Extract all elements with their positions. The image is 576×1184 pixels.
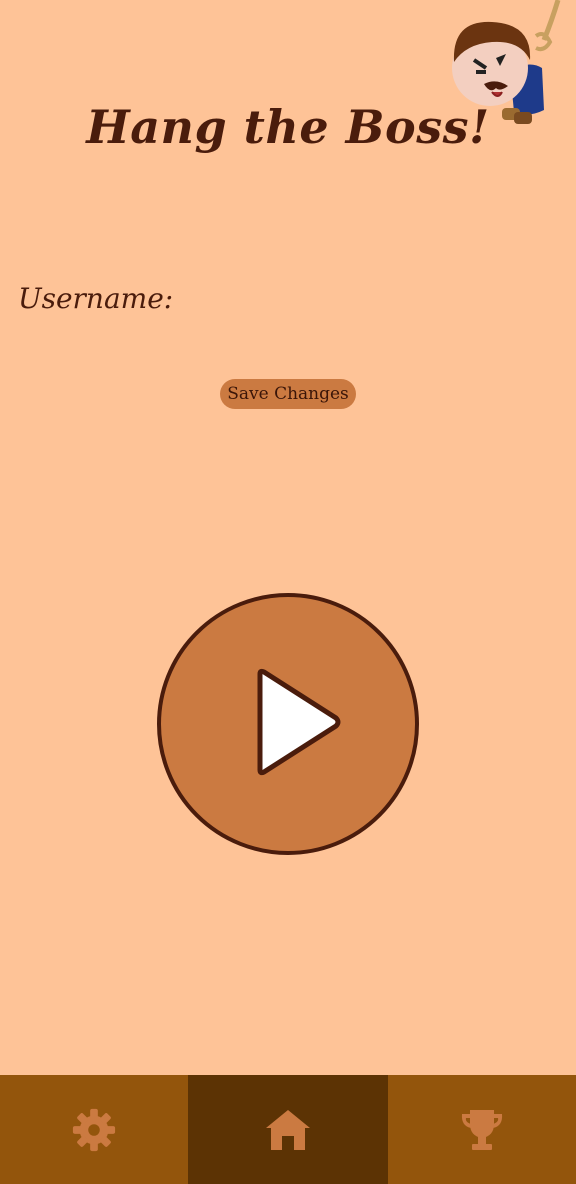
bottom-nav (0, 1075, 576, 1184)
trophy-icon (461, 1109, 503, 1150)
save-changes-button[interactable]: Save Changes (220, 379, 356, 409)
username-input[interactable] (181, 280, 558, 316)
nav-home[interactable] (188, 1075, 388, 1184)
nav-leaderboard[interactable] (388, 1075, 576, 1184)
home-icon (266, 1109, 310, 1150)
nav-settings[interactable] (0, 1075, 188, 1184)
hanging-boss-image (452, 0, 561, 124)
gear-icon (72, 1108, 116, 1151)
username-label: Username: (18, 281, 174, 315)
username-row: Username: (18, 278, 558, 318)
play-button[interactable] (156, 592, 420, 856)
